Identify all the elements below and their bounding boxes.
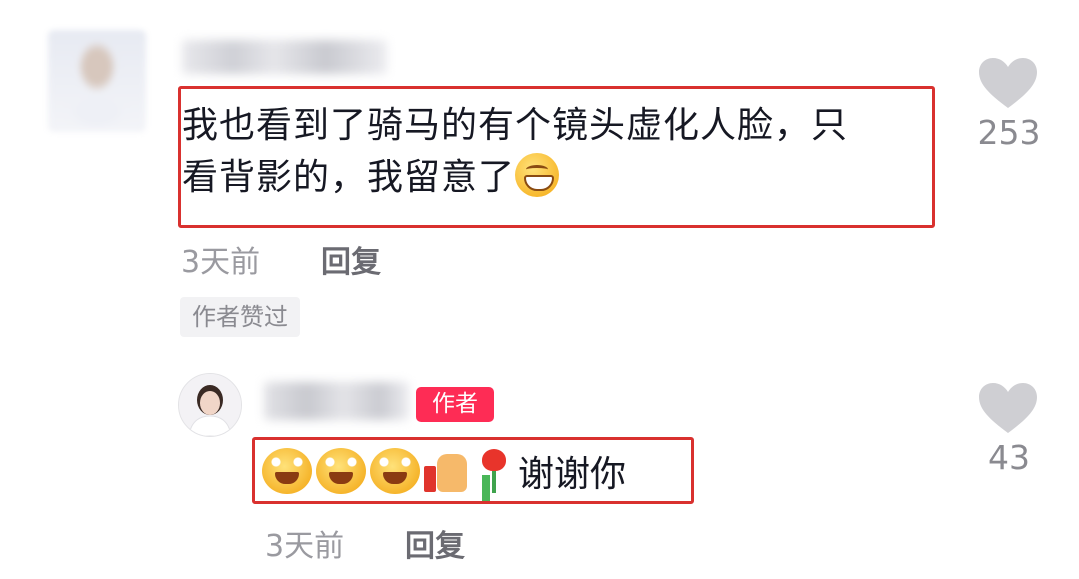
commenter-avatar[interactable]: [48, 30, 146, 132]
comment-like-button[interactable]: [979, 58, 1037, 110]
comment-text: 我也看到了骑马的有个镜头虚化人脸，只 看背影的，我留意了: [182, 100, 927, 204]
reply-content: 谢谢你: [262, 447, 627, 495]
comment-text-line-1: 我也看到了骑马的有个镜头虚化人脸，只: [182, 105, 849, 146]
heart-icon: [979, 58, 1037, 108]
author-name[interactable]: [264, 382, 409, 420]
commenter-name[interactable]: [182, 40, 387, 74]
comment-timestamp: 3天前: [181, 245, 261, 280]
heart-icon: [979, 383, 1037, 433]
reply-reply-button[interactable]: 回复: [405, 521, 465, 565]
laughing-crying-face-icon: [262, 448, 312, 494]
reply-text: 谢谢你: [518, 454, 627, 495]
author-portrait-icon: [179, 374, 241, 436]
comment-like-count: 253: [977, 113, 1041, 152]
author-liked-tag: 作者赞过: [180, 297, 300, 337]
thumbs-up-icon: [424, 448, 470, 494]
laughing-crying-face-icon: [316, 448, 366, 494]
rose-icon: [474, 447, 514, 495]
author-badge: 作者: [416, 387, 494, 422]
comment-reply-button[interactable]: 回复: [321, 237, 381, 281]
comment-text-line-2: 看背影的，我留意了: [182, 152, 927, 204]
grinning-face-icon: [515, 153, 560, 197]
author-avatar[interactable]: [178, 373, 242, 437]
reply-like-button[interactable]: [979, 383, 1037, 435]
laughing-crying-face-icon: [370, 448, 420, 494]
reply-like-count: 43: [988, 438, 1030, 477]
reply-timestamp: 3天前: [265, 529, 345, 564]
